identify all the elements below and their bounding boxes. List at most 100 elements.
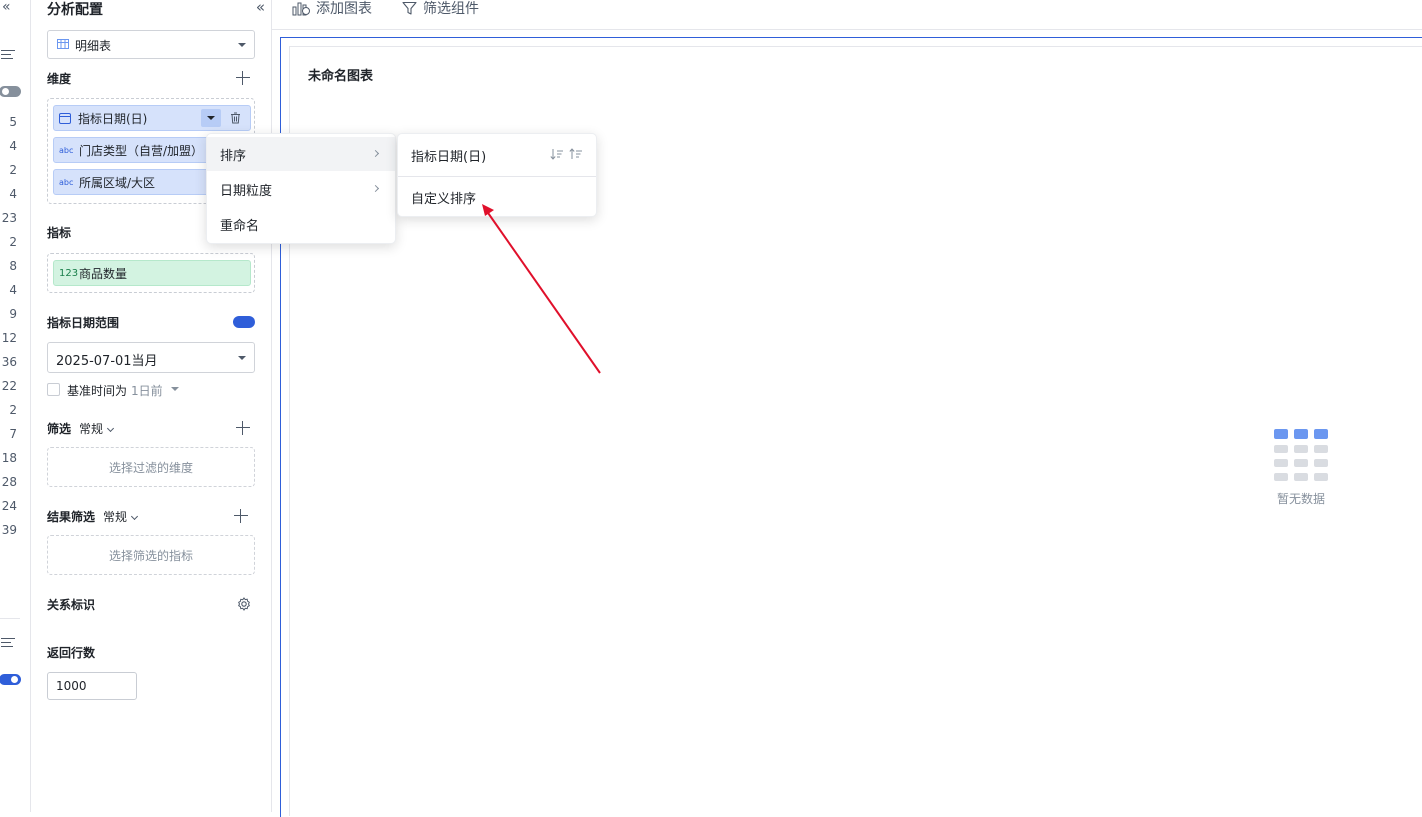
- row-number: 9: [9, 307, 17, 321]
- dimension-label-text: 指标日期(日): [78, 111, 148, 126]
- filter-component-button[interactable]: 筛选组件: [402, 0, 479, 18]
- row-number: 23: [1, 211, 17, 225]
- list-icon[interactable]: [1, 50, 15, 60]
- metric-dropzone: 123 商品数量: [47, 253, 255, 293]
- metric-pill[interactable]: 123 商品数量: [53, 260, 251, 286]
- dimension-context-menu: 排序 日期粒度 重命名: [206, 133, 396, 244]
- metric-label-text: 商品数量: [79, 266, 128, 281]
- row-number: 12: [1, 331, 17, 345]
- submenu-divider: [398, 176, 596, 177]
- add-chart-icon: [292, 2, 310, 16]
- base-time-value[interactable]: 1日前: [131, 382, 163, 399]
- strip-divider: [0, 618, 20, 619]
- row-number: 4: [9, 283, 17, 297]
- relation-label: 关系标识: [47, 598, 96, 612]
- chart-type-value: 明细表: [75, 39, 112, 53]
- chevron-down-icon: [238, 356, 246, 360]
- dimension-pill-date[interactable]: 指标日期(日): [53, 105, 251, 131]
- row-limit-input[interactable]: 1000: [47, 672, 137, 700]
- chevron-down-icon: [238, 43, 246, 47]
- add-result-filter-icon[interactable]: [234, 509, 248, 523]
- left-strip: « 5 4 2 4 23 2 8 4 9 12 36 22 2 7 18 28 …: [0, 0, 31, 812]
- menu-item-sort[interactable]: 排序: [207, 137, 395, 171]
- row-number: 4: [9, 187, 17, 201]
- dimension-label-text: 所属区域/大区: [79, 175, 156, 190]
- menu-item-label: 重命名: [220, 218, 260, 234]
- row-number: 28: [1, 475, 17, 489]
- text-type-icon: abc: [59, 145, 74, 155]
- filter-mode-dropdown[interactable]: 常规: [79, 420, 115, 437]
- text-type-icon: abc: [59, 177, 74, 187]
- result-filter-label: 结果筛选: [47, 510, 96, 524]
- chevron-down-icon: [106, 424, 115, 433]
- date-range-value: 2025-07-01当月: [56, 354, 158, 369]
- row-number: 2: [9, 403, 17, 417]
- base-time-label: 基准时间为: [67, 384, 128, 398]
- date-range-toggle[interactable]: [233, 316, 255, 328]
- panel-title: 分析配置: [47, 2, 103, 18]
- dimension-label-text: 门店类型（自营/加盟）: [79, 143, 204, 158]
- strip-toggle-bottom[interactable]: [0, 674, 21, 685]
- row-number: 22: [1, 379, 17, 393]
- row-number: 4: [9, 139, 17, 153]
- row-number: 8: [9, 259, 17, 273]
- row-limit-label: 返回行数: [47, 646, 96, 660]
- chevron-right-icon: [371, 184, 380, 193]
- menu-item-rename[interactable]: 重命名: [207, 207, 395, 241]
- filter-label: 筛选: [47, 422, 72, 436]
- chevron-down-icon[interactable]: [171, 387, 179, 391]
- pill-dropdown-button[interactable]: [201, 109, 221, 127]
- sort-ascending-icon[interactable]: [550, 148, 563, 160]
- trash-icon[interactable]: [230, 112, 241, 124]
- gear-icon[interactable]: [237, 597, 251, 611]
- custom-sort-label: 自定义排序: [411, 191, 477, 207]
- result-filter-mode-value: 常规: [103, 510, 128, 524]
- date-range-label: 指标日期范围: [47, 316, 120, 330]
- result-filter-dropzone[interactable]: 选择筛选的指标: [47, 535, 255, 575]
- chart-title[interactable]: 未命名图表: [308, 65, 373, 84]
- menu-item-date-granularity[interactable]: 日期粒度: [207, 172, 395, 206]
- row-number: 24: [1, 499, 17, 513]
- row-number: 2: [9, 163, 17, 177]
- chart-type-select[interactable]: 明细表: [47, 30, 255, 59]
- chevron-right-icon: [371, 149, 380, 158]
- menu-item-label: 日期粒度: [220, 183, 273, 199]
- row-number: 39: [1, 523, 17, 537]
- table-icon: [57, 39, 69, 49]
- row-numbers: 5 4 2 4 23 2 8 4 9 12 36 22 2 7 18 28 24…: [0, 112, 17, 544]
- add-dimension-icon[interactable]: [236, 71, 250, 85]
- filter-component-label: 筛选组件: [423, 1, 479, 17]
- sort-descending-icon[interactable]: [569, 148, 582, 160]
- calendar-icon: [59, 113, 71, 124]
- filter-dropzone[interactable]: 选择过滤的维度: [47, 447, 255, 487]
- sort-field-row: 指标日期(日): [398, 137, 596, 173]
- dimension-label: 维度: [47, 72, 72, 86]
- collapse-panel-icon[interactable]: «: [256, 0, 265, 16]
- add-chart-label: 添加图表: [316, 1, 372, 17]
- row-number: 2: [9, 235, 17, 249]
- chevron-down-icon: [130, 512, 139, 521]
- strip-toggle-top[interactable]: [0, 86, 21, 97]
- top-toolbar: 添加图表 筛选组件: [272, 0, 1422, 30]
- expand-icon[interactable]: «: [2, 0, 11, 15]
- sort-field-label: 指标日期(日): [411, 149, 487, 165]
- row-number: 7: [9, 427, 17, 441]
- filter-icon: [402, 1, 417, 15]
- base-time-checkbox[interactable]: [47, 383, 60, 396]
- menu-item-label: 排序: [220, 148, 247, 164]
- filter-mode-value: 常规: [79, 422, 104, 436]
- add-chart-button[interactable]: 添加图表: [292, 0, 372, 18]
- empty-state-text: 暂无数据: [1277, 492, 1326, 506]
- metric-label: 指标: [47, 226, 72, 240]
- row-number: 5: [9, 115, 17, 129]
- date-range-select[interactable]: 2025-07-01当月: [47, 342, 255, 373]
- number-type-icon: 123: [59, 267, 79, 279]
- empty-state-icon: [1274, 429, 1330, 481]
- annotation-arrow-icon: [482, 204, 601, 374]
- list-icon-bottom[interactable]: [1, 638, 15, 648]
- add-filter-icon[interactable]: [236, 421, 250, 435]
- result-filter-mode-dropdown[interactable]: 常规: [103, 508, 139, 525]
- row-number: 18: [1, 451, 17, 465]
- row-number: 36: [1, 355, 17, 369]
- config-panel: 分析配置 « 明细表 维度 指标日期(日) abc 门店类型（自营/加盟） ab…: [31, 0, 272, 812]
